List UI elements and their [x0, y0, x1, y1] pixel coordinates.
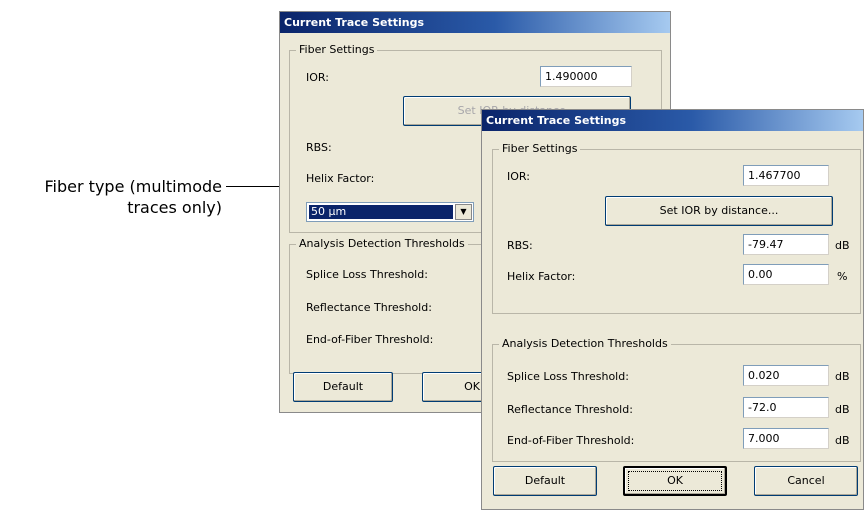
back-rbs-label: RBS: — [306, 141, 332, 154]
front-fiber-settings-legend: Fiber Settings — [499, 142, 581, 155]
focus-rectangle — [628, 471, 722, 491]
front-rbs-label: RBS: — [507, 239, 533, 252]
front-eof-label: End-of-Fiber Threshold: — [507, 434, 635, 447]
back-dialog-titlebar[interactable]: Current Trace Settings — [280, 12, 670, 33]
front-analysis-legend: Analysis Detection Thresholds — [499, 337, 671, 350]
front-eof-input[interactable]: 7.000 — [743, 428, 829, 449]
front-analysis-thresholds-group: Analysis Detection Thresholds Splice Los… — [492, 337, 861, 462]
back-ior-input[interactable]: 1.490000 — [540, 66, 632, 87]
back-fiber-settings-legend: Fiber Settings — [296, 43, 378, 56]
front-eof-unit: dB — [835, 434, 850, 447]
back-eof-label: End-of-Fiber Threshold: — [306, 333, 434, 346]
front-rbs-input[interactable]: -79.47 — [743, 234, 829, 255]
back-analysis-legend: Analysis Detection Thresholds — [296, 237, 468, 250]
front-default-button[interactable]: Default — [493, 466, 597, 496]
callout-line-2: traces only) — [127, 198, 222, 217]
fiber-type-callout: Fiber type (multimode traces only) — [10, 176, 222, 218]
callout-line-1: Fiber type (multimode — [44, 177, 222, 196]
front-set-ior-button[interactable]: Set IOR by distance... — [605, 196, 833, 226]
front-ior-input[interactable]: 1.467700 — [743, 165, 829, 186]
fiber-type-selected-value: 50 µm — [309, 205, 453, 219]
front-ok-button[interactable]: OK — [623, 466, 727, 496]
front-reflectance-unit: dB — [835, 403, 850, 416]
back-default-button[interactable]: Default — [293, 372, 393, 402]
front-splice-label: Splice Loss Threshold: — [507, 370, 629, 383]
front-ior-label: IOR: — [507, 170, 530, 183]
front-helix-input[interactable]: 0.00 — [743, 264, 829, 285]
back-ior-label: IOR: — [306, 71, 329, 84]
front-splice-unit: dB — [835, 370, 850, 383]
front-reflectance-label: Reflectance Threshold: — [507, 403, 633, 416]
front-helix-label: Helix Factor: — [507, 270, 576, 283]
front-settings-dialog: Current Trace Settings Fiber Settings IO… — [481, 109, 864, 510]
front-dialog-titlebar[interactable]: Current Trace Settings — [482, 110, 863, 131]
front-reflectance-input[interactable]: -72.0 — [743, 397, 829, 418]
front-rbs-unit: dB — [835, 239, 850, 252]
back-helix-label: Helix Factor: — [306, 172, 375, 185]
front-cancel-button[interactable]: Cancel — [754, 466, 858, 496]
chevron-down-icon[interactable]: ▼ — [455, 204, 472, 220]
fiber-type-select[interactable]: 50 µm ▼ — [306, 202, 474, 222]
front-helix-unit: % — [837, 270, 848, 283]
front-splice-input[interactable]: 0.020 — [743, 365, 829, 386]
front-fiber-settings-group: Fiber Settings IOR: 1.467700 Set IOR by … — [492, 142, 861, 314]
back-splice-label: Splice Loss Threshold: — [306, 268, 428, 281]
back-reflectance-label: Reflectance Threshold: — [306, 301, 432, 314]
